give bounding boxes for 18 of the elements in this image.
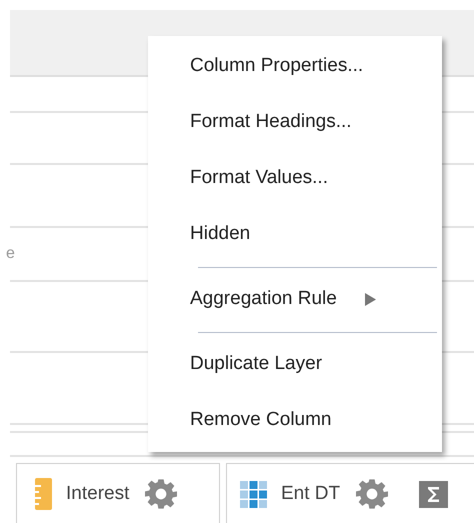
menu-item[interactable]: Aggregation Rule <box>148 271 442 327</box>
menu-item[interactable]: Hidden <box>148 206 442 262</box>
menu-item[interactable]: Format Headings... <box>148 94 442 150</box>
sigma-icon[interactable] <box>419 480 448 508</box>
menu-item[interactable]: Duplicate Layer <box>148 336 442 392</box>
menu-item[interactable]: Remove Column <box>148 392 442 448</box>
column-chip[interactable]: Interest <box>16 463 220 523</box>
column-chip[interactable]: Ent DT <box>226 463 474 523</box>
settings-icon[interactable] <box>356 478 388 510</box>
ruler-icon <box>35 478 52 510</box>
submenu-arrow-icon <box>364 292 376 306</box>
menu-item[interactable]: Column Properties... <box>148 38 442 94</box>
menu-item[interactable]: Format Values... <box>148 150 442 206</box>
chip-label: Interest <box>66 483 130 505</box>
chip-label: Ent DT <box>281 483 340 505</box>
grid-icon <box>240 480 267 508</box>
settings-icon[interactable] <box>145 478 178 510</box>
cell-text: e <box>6 245 15 263</box>
